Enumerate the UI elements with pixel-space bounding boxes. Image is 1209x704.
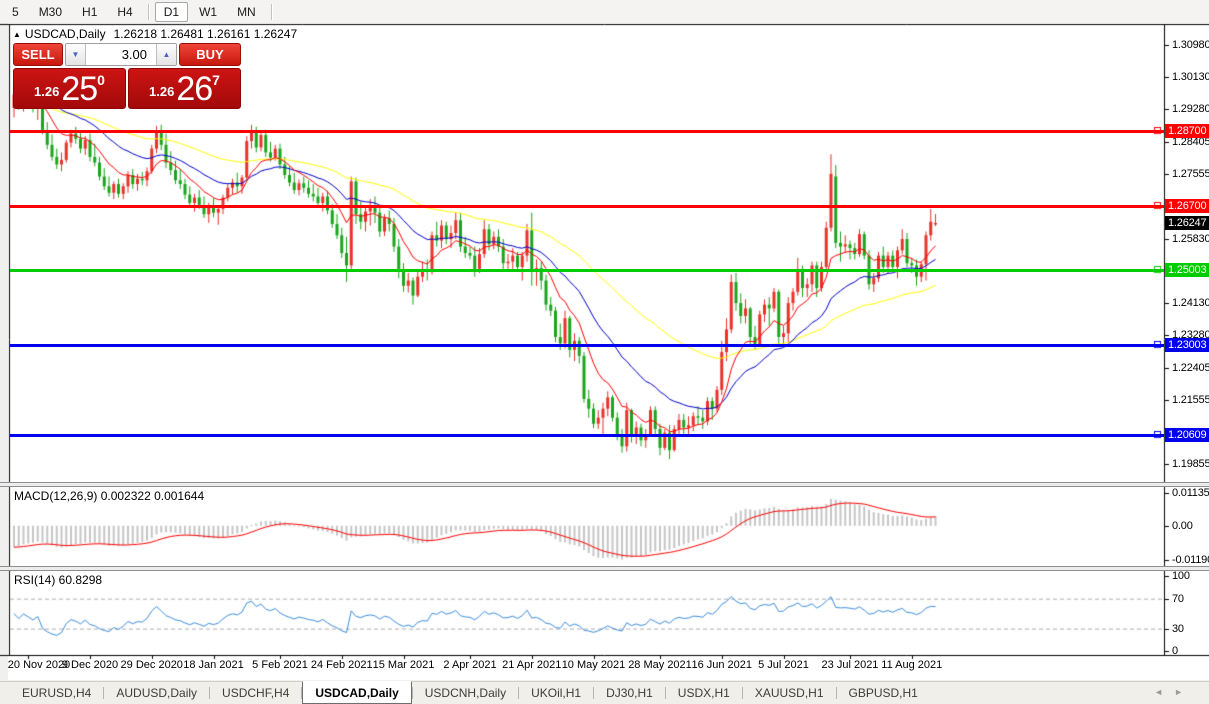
sell-price-display[interactable]: 1.26 25 0 [13,68,126,109]
buy-price-pip-digit: 7 [212,72,220,88]
price-axis-tick: 1.24130 [1172,297,1209,309]
rsi-axis-tick: 0 [1172,645,1178,657]
price-badge-1.23003: 1.23003 [1165,338,1209,352]
rsi-axis-tick: 100 [1172,570,1190,582]
price-badge-1.28700: 1.28700 [1165,124,1209,138]
sell-price-prefix: 1.26 [34,84,59,99]
price-badge-1.25003: 1.25003 [1165,263,1209,277]
date-axis-label: 15 Mar 2021 [367,659,441,671]
volume-increase-icon[interactable]: ▲ [156,44,176,65]
chart-window: ▲ USDCAD,Daily 1.26218 1.26481 1.26161 1.2… [8,23,1209,680]
price-badge-1.26247: 1.26247 [1165,216,1209,230]
macd-axis-tick: 0.00 [1172,520,1193,532]
volume-input[interactable]: 3.00 [86,44,156,65]
price-axis-tick: 1.19855 [1172,458,1209,470]
level-line-1.23003[interactable] [10,344,1164,347]
title-arrow-icon: ▲ [13,30,21,39]
date-axis-label: 5 Jul 2021 [747,659,821,671]
date-axis-label: 18 Jan 2021 [177,659,251,671]
macd-indicator-label: MACD(12,26,9) 0.002322 0.001644 [14,489,204,503]
rsi-indicator-label: RSI(14) 60.8298 [14,573,102,587]
date-axis-label: 10 May 2021 [557,659,631,671]
price-axis-tick: 1.30980 [1172,39,1209,51]
price-axis-tick: 1.29280 [1172,103,1209,115]
chart-title: ▲ USDCAD,Daily 1.26218 1.26481 1.26161 1.2… [13,27,297,41]
price-badge-1.26700: 1.26700 [1165,199,1209,213]
sell-button[interactable]: SELL [13,43,63,66]
price-axis-tick: 1.27555 [1172,168,1209,180]
sell-price-pip-digit: 0 [97,72,105,88]
rsi-panel-splitter[interactable] [0,566,1209,571]
rsi-axis-tick: 30 [1172,623,1184,635]
date-axis-label: 11 Aug 2021 [875,659,949,671]
chart-symbol-label: USDCAD,Daily [25,27,106,41]
buy-price-prefix: 1.26 [149,84,174,99]
volume-decrease-icon[interactable]: ▼ [66,44,86,65]
chart-ohlc-values: 1.26218 1.26481 1.26161 1.26247 [114,27,298,41]
buy-price-display[interactable]: 1.26 26 7 [128,68,241,109]
level-line-1.20609[interactable] [10,434,1164,437]
price-axis-tick: 1.25830 [1172,233,1209,245]
level-line-1.25003[interactable] [10,269,1164,272]
macd-axis-tick: 0.01135 [1172,487,1209,499]
price-axis-tick: 1.22405 [1172,362,1209,374]
price-badge-1.20609: 1.20609 [1165,428,1209,442]
level-line-1.26700[interactable] [10,205,1164,208]
mt4-terminal: 5M30H1H4D1W1MN ▲USDCAD,Daily1.26218 1.26… [0,0,1209,704]
sell-price-big-digits: 25 [61,73,97,105]
buy-button[interactable]: BUY [179,43,241,66]
one-click-trade-panel: SELL ▼ 3.00 ▲ BUY 1.26 25 0 1.26 26 7 [13,43,241,109]
price-axis-tick: 1.30130 [1172,71,1209,83]
macd-panel-splitter[interactable] [0,482,1209,487]
price-axis-tick: 1.21555 [1172,394,1209,406]
buy-price-big-digits: 26 [176,73,212,105]
volume-stepper: ▼ 3.00 ▲ [65,43,177,66]
rsi-axis-tick: 70 [1172,593,1184,605]
level-line-1.28700[interactable] [10,130,1164,133]
macd-axis-tick: -0.01190 [1172,554,1209,566]
